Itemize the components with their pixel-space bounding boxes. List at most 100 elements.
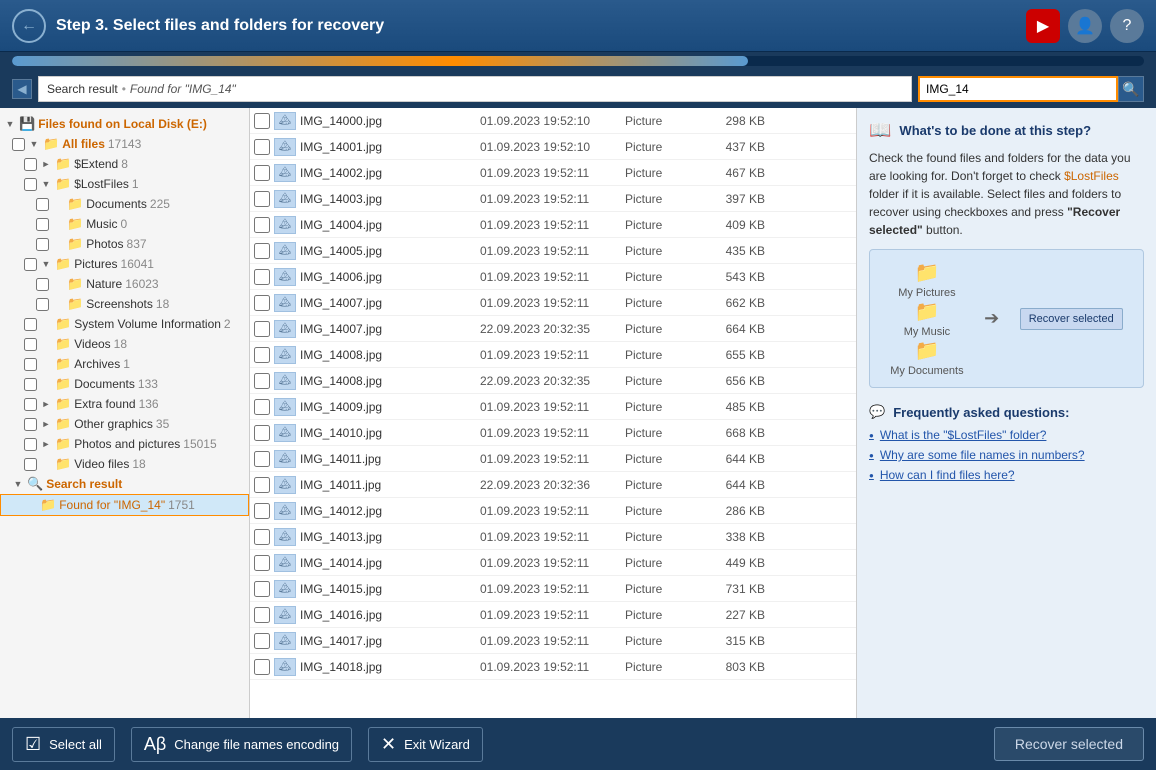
tree-item-documents[interactable]: 📁 Documents 133 [0, 374, 249, 394]
photos-checkbox[interactable] [36, 238, 49, 251]
file-type: Picture [625, 244, 695, 258]
search-collapse-button[interactable]: ◀ [12, 79, 32, 99]
file-checkbox[interactable] [254, 581, 270, 597]
file-thumbnail [274, 372, 296, 390]
back-button[interactable]: ← [12, 9, 46, 43]
extrafound-checkbox[interactable] [24, 398, 37, 411]
file-checkbox[interactable] [254, 269, 270, 285]
sysvolinfo-checkbox[interactable] [24, 318, 37, 331]
file-checkbox[interactable] [254, 451, 270, 467]
screenshots-checkbox[interactable] [36, 298, 49, 311]
file-checkbox[interactable] [254, 295, 270, 311]
folder-icon: 📁 [67, 196, 83, 212]
file-row: IMG_14008.jpg 22.09.2023 20:32:35 Pictur… [250, 368, 856, 394]
photospictures-checkbox[interactable] [24, 438, 37, 451]
tree-item-root[interactable]: ▼ 💾 Files found on Local Disk (E:) [0, 114, 249, 134]
lostfiles-checkbox[interactable] [24, 178, 37, 191]
tree-item-extend[interactable]: ► 📁 $Extend 8 [0, 154, 249, 174]
file-name: IMG_14008.jpg [300, 348, 480, 362]
help-button[interactable]: ? [1110, 9, 1144, 43]
disk-icon: 💾 [19, 116, 35, 132]
archives-checkbox[interactable] [24, 358, 37, 371]
search-input[interactable] [918, 76, 1118, 102]
tree-item-screenshots[interactable]: 📁 Screenshots 18 [0, 294, 249, 314]
file-checkbox[interactable] [254, 165, 270, 181]
tree-item-photospictures[interactable]: ► 📁 Photos and pictures 15015 [0, 434, 249, 454]
extrafound-count: 136 [139, 397, 159, 411]
tree-item-sysvolinfo[interactable]: 📁 System Volume Information 2 [0, 314, 249, 334]
extend-checkbox[interactable] [24, 158, 37, 171]
tree-item-searchresult[interactable]: ▼ 🔍 Search result [0, 474, 249, 494]
file-checkbox[interactable] [254, 243, 270, 259]
illus-folder-icon: 📁 [914, 260, 939, 285]
tree-item-nature[interactable]: 📁 Nature 16023 [0, 274, 249, 294]
tree-item-othergraphics[interactable]: ► 📁 Other graphics 35 [0, 414, 249, 434]
file-date: 01.09.2023 19:52:11 [480, 296, 625, 310]
file-checkbox[interactable] [254, 399, 270, 415]
tree-item-allfiles[interactable]: ▼ 📁 All files 17143 [0, 134, 249, 154]
youtube-button[interactable]: ▶ [1026, 9, 1060, 43]
nature-checkbox[interactable] [36, 278, 49, 291]
docs-lf-checkbox[interactable] [36, 198, 49, 211]
file-checkbox[interactable] [254, 529, 270, 545]
faq-item-2[interactable]: ● Why are some file names in numbers? [869, 448, 1144, 462]
change-encoding-button[interactable]: Aβ Change file names encoding [131, 727, 352, 762]
tree-item-photos[interactable]: 📁 Photos 837 [0, 234, 249, 254]
tree-item-extrafound[interactable]: ► 📁 Extra found 136 [0, 394, 249, 414]
tree-item-documents-lf[interactable]: 📁 Documents 225 [0, 194, 249, 214]
folder-icon: 📁 [55, 376, 71, 392]
othergraphics-label: Other graphics [74, 417, 153, 431]
tree-item-music[interactable]: 📁 Music 0 [0, 214, 249, 234]
file-checkbox[interactable] [254, 373, 270, 389]
tree-item-pictures[interactable]: ▼ 📁 Pictures 16041 [0, 254, 249, 274]
file-checkbox[interactable] [254, 607, 270, 623]
tree-item-archives[interactable]: 📁 Archives 1 [0, 354, 249, 374]
faq-item-3[interactable]: ● How can I find files here? [869, 468, 1144, 482]
file-checkbox[interactable] [254, 659, 270, 675]
file-date: 22.09.2023 20:32:36 [480, 478, 625, 492]
file-checkbox[interactable] [254, 425, 270, 441]
search-go-button[interactable]: 🔍 [1118, 76, 1144, 102]
select-all-button[interactable]: ☑ Select all [12, 727, 115, 762]
file-name: IMG_14011.jpg [300, 478, 480, 492]
file-type: Picture [625, 114, 695, 128]
tree-item-found-img14[interactable]: 📁 Found for "IMG_14" 1751 [0, 494, 249, 516]
file-list-scroll[interactable]: IMG_14000.jpg 01.09.2023 19:52:10 Pictur… [250, 108, 856, 718]
file-checkbox[interactable] [254, 503, 270, 519]
file-date: 01.09.2023 19:52:11 [480, 218, 625, 232]
folder-icon: 📁 [55, 156, 71, 172]
file-thumbnail [274, 216, 296, 234]
file-checkbox[interactable] [254, 347, 270, 363]
music-checkbox[interactable] [36, 218, 49, 231]
exit-wizard-button[interactable]: ✕ Exit Wizard [368, 727, 483, 762]
file-checkbox[interactable] [254, 191, 270, 207]
file-checkbox[interactable] [254, 217, 270, 233]
tree-item-videos[interactable]: 📁 Videos 18 [0, 334, 249, 354]
file-checkbox[interactable] [254, 139, 270, 155]
faq-title-text: Frequently asked questions: [893, 405, 1069, 420]
file-thumbnail [274, 528, 296, 546]
exit-label: Exit Wizard [404, 737, 470, 752]
file-checkbox[interactable] [254, 633, 270, 649]
user-button[interactable]: 👤 [1068, 9, 1102, 43]
videofiles-checkbox[interactable] [24, 458, 37, 471]
documents-checkbox[interactable] [24, 378, 37, 391]
screenshots-label: Screenshots [86, 297, 153, 311]
videos-checkbox[interactable] [24, 338, 37, 351]
tree-item-videofiles[interactable]: 📁 Video files 18 [0, 454, 249, 474]
file-checkbox[interactable] [254, 477, 270, 493]
pictures-checkbox[interactable] [24, 258, 37, 271]
faq-item-1[interactable]: ● What is the "$LostFiles" folder? [869, 428, 1144, 442]
allfiles-checkbox[interactable] [12, 138, 25, 151]
recover-selected-button[interactable]: Recover selected [994, 727, 1144, 761]
file-checkbox[interactable] [254, 113, 270, 129]
tree-item-lostfiles[interactable]: ▼ 📁 $LostFiles 1 [0, 174, 249, 194]
file-checkbox[interactable] [254, 555, 270, 571]
step-description: Select files and folders for recovery [113, 17, 384, 34]
file-thumbnail [274, 502, 296, 520]
file-checkbox[interactable] [254, 321, 270, 337]
file-name: IMG_14015.jpg [300, 582, 480, 596]
othergraphics-checkbox[interactable] [24, 418, 37, 431]
header-title: Step 3. Select files and folders for rec… [56, 17, 1026, 35]
illus-recover-button[interactable]: Recover selected [1020, 308, 1123, 330]
